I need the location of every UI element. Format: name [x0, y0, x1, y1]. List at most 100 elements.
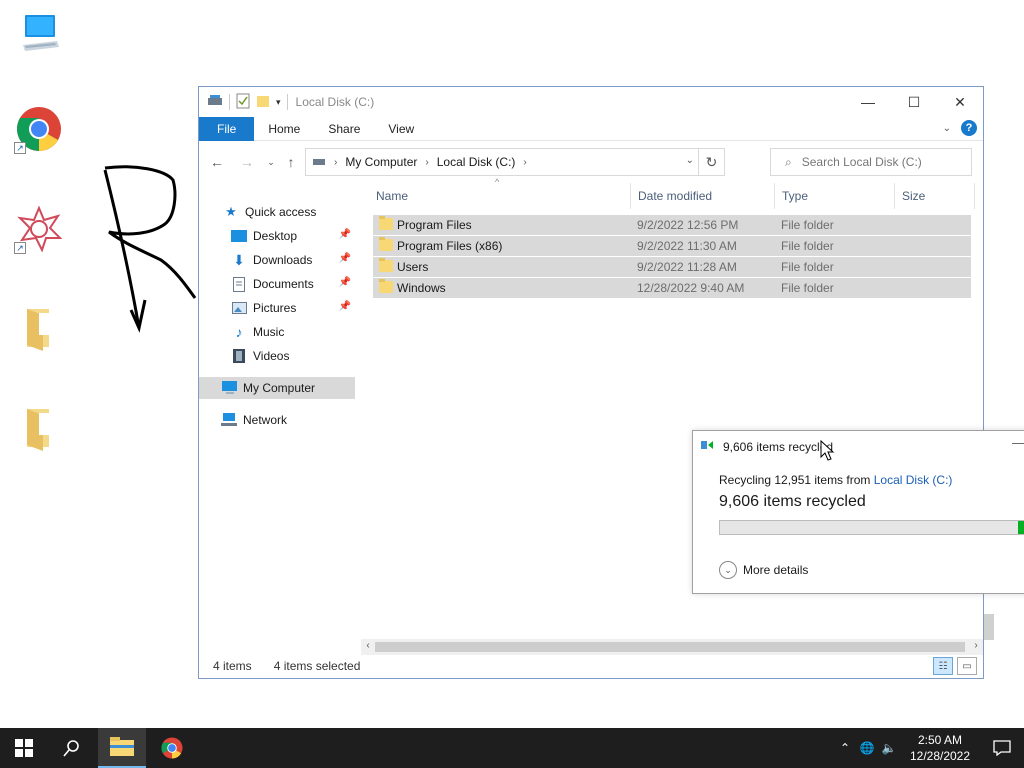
scroll-right-icon[interactable]: ›	[970, 640, 982, 654]
customize-dropdown-icon[interactable]: ▾	[276, 97, 281, 108]
app-icon[interactable]: ↗	[14, 204, 64, 254]
search-button[interactable]	[48, 728, 96, 768]
column-header-size[interactable]: Size	[895, 183, 975, 209]
dialog-title-text: 9,606 items recycled	[723, 439, 834, 454]
ribbon-tabs: File Home Share View ⌄ ?	[199, 116, 983, 141]
breadcrumb-local-disk[interactable]: Local Disk (C:)	[437, 155, 516, 169]
table-row[interactable]: Program Files 9/2/2022 12:56 PM File fol…	[373, 215, 971, 235]
more-details-button[interactable]: ⌄ More details	[719, 561, 808, 579]
folder-icon[interactable]	[14, 404, 64, 454]
pin-icon[interactable]: 📌	[339, 253, 351, 264]
document-icon	[231, 276, 247, 292]
chevron-up-icon[interactable]: ⌃	[834, 741, 856, 755]
properties-icon[interactable]	[236, 93, 250, 112]
tab-file[interactable]: File	[199, 116, 255, 141]
address-dropdown-icon[interactable]: ⌄	[686, 155, 694, 166]
view-buttons: ☷ ▭	[933, 657, 977, 675]
sidebar-item-pictures[interactable]: Pictures 📌	[231, 297, 355, 319]
up-button[interactable]: ↑	[281, 152, 301, 172]
file-explorer-taskbar-button[interactable]	[98, 728, 146, 768]
maximize-button[interactable]: ☐	[891, 87, 937, 117]
pin-icon[interactable]: 📌	[339, 277, 351, 288]
file-name: Users	[397, 260, 429, 274]
column-header-type[interactable]: Type	[775, 183, 895, 209]
sidebar-item-quick-access[interactable]: ★ Quick access	[223, 201, 355, 223]
tab-view[interactable]: View	[374, 117, 428, 141]
chevron-right-icon[interactable]: ›	[523, 157, 526, 168]
sidebar-item-videos[interactable]: Videos	[231, 345, 355, 367]
table-row[interactable]: Program Files (x86) 9/2/2022 11:30 AM Fi…	[373, 236, 971, 256]
start-button[interactable]	[0, 728, 48, 768]
sidebar-item-downloads[interactable]: ⬇ Downloads 📌	[231, 249, 355, 271]
address-bar[interactable]: › My Computer › Local Disk (C:) › ⌄ ↻	[305, 148, 725, 176]
chevron-right-icon: ›	[334, 156, 338, 168]
chevron-down-icon: ⌄	[719, 561, 737, 579]
recycle-progress-icon	[701, 439, 717, 454]
close-button[interactable]: ✕	[937, 87, 983, 117]
file-type: File folder	[781, 218, 834, 232]
chrome-icon[interactable]: ↗	[14, 104, 64, 154]
tab-share[interactable]: Share	[314, 117, 374, 141]
sidebar-item-documents[interactable]: Documents 📌	[231, 273, 355, 295]
sidebar-item-label: Quick access	[245, 205, 317, 219]
sidebar-item-label: My Computer	[243, 381, 316, 395]
back-button[interactable]: ←	[207, 152, 227, 172]
chrome-taskbar-button[interactable]	[148, 728, 196, 768]
refresh-button[interactable]: ↻	[698, 149, 724, 175]
scroll-left-icon[interactable]: ‹	[362, 640, 374, 654]
mouse-cursor-icon	[820, 440, 835, 461]
column-header-name[interactable]: Name	[369, 183, 631, 209]
horizontal-scrollbar[interactable]: ‹ ›	[361, 639, 983, 655]
dialog-close-button[interactable]: —	[1012, 435, 1024, 450]
scrollbar-thumb[interactable]	[375, 642, 965, 652]
folder-icon	[110, 737, 134, 756]
file-name: Windows	[397, 281, 446, 295]
file-date: 9/2/2022 12:56 PM	[637, 218, 739, 232]
sidebar-item-network[interactable]: Network	[221, 409, 355, 431]
status-bar: 4 items 4 items selected ☷ ▭	[199, 654, 983, 678]
help-icon[interactable]: ?	[961, 120, 977, 136]
table-row[interactable]: Users 9/2/2022 11:28 AM File folder	[373, 257, 971, 277]
computer-icon[interactable]	[14, 8, 64, 58]
clock[interactable]: 2:50 AM 12/28/2022	[900, 732, 980, 764]
network-icon	[221, 412, 237, 428]
volume-icon[interactable]: 🔈	[878, 741, 900, 755]
search-icon: ⌕	[785, 154, 792, 169]
file-type: File folder	[781, 239, 834, 253]
minimize-button[interactable]: —	[845, 87, 891, 117]
breadcrumb-my-computer[interactable]: My Computer	[345, 155, 417, 169]
network-icon[interactable]: 🌐	[856, 741, 878, 755]
shortcut-arrow-icon: ↗	[14, 242, 26, 254]
column-header-date-modified[interactable]: Date modified	[631, 183, 775, 209]
windows-logo-icon	[15, 739, 33, 757]
notification-center-button[interactable]	[980, 728, 1024, 768]
sidebar-item-desktop[interactable]: Desktop 📌	[231, 225, 355, 247]
sidebar-item-music[interactable]: ♪ Music	[231, 321, 355, 343]
sidebar-item-label: Documents	[253, 277, 314, 291]
file-date: 9/2/2022 11:28 AM	[637, 260, 737, 274]
table-row[interactable]: Windows 12/28/2022 9:40 AM File folder	[373, 278, 971, 298]
recent-locations-button[interactable]: ⌄	[261, 152, 281, 172]
details-view-icon[interactable]: ☷	[933, 657, 953, 675]
pin-icon[interactable]: 📌	[339, 229, 351, 240]
sidebar-item-my-computer[interactable]: My Computer	[199, 377, 355, 399]
expand-ribbon-icon[interactable]: ⌄	[943, 123, 951, 134]
new-folder-icon[interactable]	[256, 94, 270, 111]
drive-icon	[207, 94, 223, 111]
separator	[286, 94, 288, 110]
desktop-icon	[231, 228, 247, 244]
source-link[interactable]: Local Disk (C:)	[874, 473, 953, 487]
large-icons-view-icon[interactable]: ▭	[957, 657, 977, 675]
more-details-label: More details	[743, 563, 809, 577]
folder-icon[interactable]	[14, 304, 64, 354]
sidebar-item-label: Music	[253, 325, 285, 339]
sidebar-item-label: Network	[243, 413, 288, 427]
star-icon: ★	[225, 204, 237, 219]
forward-button[interactable]: →	[237, 152, 257, 172]
taskbar: ⌃ 🌐 🔈 2:50 AM 12/28/2022	[0, 728, 1024, 768]
progress-status: 9,606 items recycled	[719, 493, 866, 510]
tab-home[interactable]: Home	[254, 117, 314, 141]
search-box[interactable]: ⌕ Search Local Disk (C:)	[770, 148, 972, 176]
pin-icon[interactable]: 📌	[339, 301, 351, 312]
download-icon: ⬇	[233, 251, 245, 268]
